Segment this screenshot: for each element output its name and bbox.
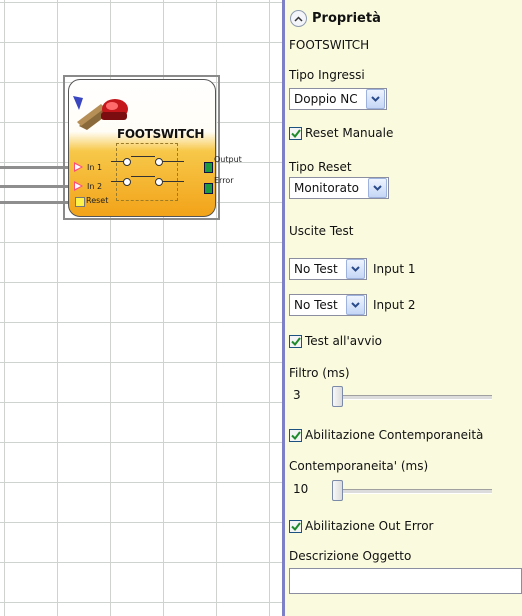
pin-label-output: Output (214, 155, 242, 164)
diagram-canvas[interactable]: FOOTSWITCH In 1 In 2 Reset Output Error (0, 0, 282, 616)
contemporaneita-value: 10 (293, 482, 309, 496)
chevron-down-icon[interactable] (366, 89, 385, 109)
collapse-button[interactable] (290, 10, 307, 27)
descrizione-input[interactable] (289, 568, 522, 594)
test-avvio-label: Test all'avvio (305, 334, 382, 348)
filtro-slider-track[interactable] (332, 395, 492, 400)
input-pin-in1[interactable] (74, 162, 83, 172)
block-title: FOOTSWITCH (117, 127, 205, 141)
abilitazione-contemporaneita-label: Abilitazione Contemporaneità (305, 428, 484, 442)
abilitazione-contemporaneita-checkbox[interactable]: Abilitazione Contemporaneità (289, 428, 483, 442)
test-avvio-checkbox[interactable]: Test all'avvio (289, 334, 382, 348)
reset-manuale-label: Reset Manuale (305, 126, 394, 140)
input-pin-in2[interactable] (74, 181, 83, 191)
tipo-reset-label: Tipo Reset (289, 160, 352, 174)
input-pin-reset[interactable] (75, 197, 85, 207)
footswitch-icon (73, 96, 128, 130)
checkbox-checked-icon[interactable] (289, 126, 302, 140)
switch-contacts (111, 143, 184, 201)
contemporaneita-slider-track[interactable] (332, 489, 492, 494)
output-pin-error[interactable] (204, 183, 213, 194)
properties-panel: Proprietà FOOTSWITCH Tipo Ingressi Doppi… (285, 0, 522, 616)
uscite-test-value-1: No Test (294, 262, 338, 276)
tipo-reset-select[interactable]: Monitorato (289, 177, 389, 199)
uscite-test-label: Uscite Test (289, 224, 354, 238)
pin-label-reset: Reset (86, 196, 109, 205)
uscite-test-value-2: No Test (294, 298, 338, 312)
uscite-test-select-1[interactable]: No Test (289, 258, 367, 280)
filtro-value: 3 (293, 388, 301, 402)
descrizione-label: Descrizione Oggetto (289, 549, 412, 563)
chevron-down-icon[interactable] (346, 295, 365, 315)
tipo-ingressi-select[interactable]: Doppio NC (289, 88, 387, 110)
checkbox-checked-icon[interactable] (289, 334, 302, 348)
abilitazione-out-error-checkbox[interactable]: Abilitazione Out Error (289, 519, 433, 533)
tipo-ingressi-value: Doppio NC (294, 92, 358, 106)
uscite-test-select-2[interactable]: No Test (289, 294, 367, 316)
pin-label-in2: In 2 (87, 182, 103, 191)
checkbox-checked-icon[interactable] (289, 428, 302, 442)
checkbox-checked-icon[interactable] (289, 519, 302, 533)
output-pin-output[interactable] (204, 162, 213, 173)
pin-label-error: Error (214, 176, 234, 185)
uscite-test-input-1-label: Input 1 (373, 262, 416, 276)
chevron-up-icon (294, 15, 303, 22)
filtro-label: Filtro (ms) (289, 366, 350, 380)
tipo-ingressi-label: Tipo Ingressi (289, 68, 365, 82)
chevron-down-icon[interactable] (368, 178, 387, 198)
reset-manuale-checkbox[interactable]: Reset Manuale (289, 126, 393, 140)
panel-header: Proprietà (312, 11, 381, 26)
filtro-slider-thumb[interactable] (332, 386, 343, 407)
tipo-reset-value: Monitorato (294, 181, 360, 195)
chevron-down-icon[interactable] (346, 259, 365, 279)
uscite-test-input-2-label: Input 2 (373, 298, 416, 312)
panel-subtitle: FOOTSWITCH (289, 38, 370, 52)
contemporaneita-slider-thumb[interactable] (332, 480, 343, 501)
contemporaneita-label: Contemporaneita' (ms) (289, 459, 429, 473)
abilitazione-out-error-label: Abilitazione Out Error (305, 519, 434, 533)
pin-label-in1: In 1 (87, 163, 103, 172)
